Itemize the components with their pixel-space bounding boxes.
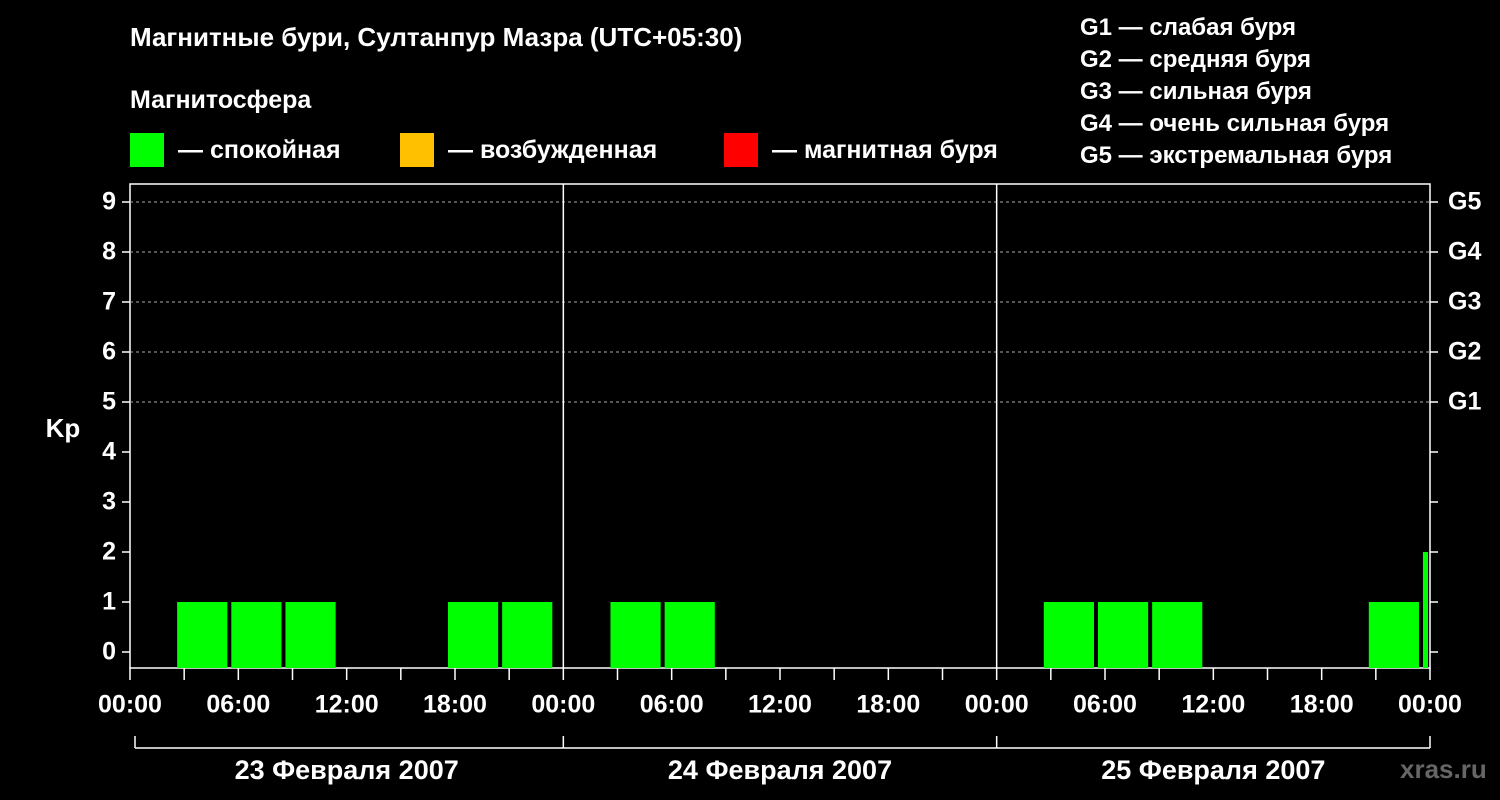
- storm-level-label: G1: [1448, 388, 1481, 416]
- watermark: xras.ru: [1400, 754, 1487, 784]
- y-tick-label: 0: [102, 638, 116, 666]
- storm-level-label: G4: [1448, 238, 1481, 266]
- x-tick-label: 12:00: [315, 691, 379, 719]
- x-tick-label: 00:00: [1398, 691, 1462, 719]
- kp-bar: [1368, 602, 1419, 668]
- x-tick-label: 06:00: [206, 691, 270, 719]
- x-tick-label: 06:00: [1073, 691, 1137, 719]
- day-label: 25 Февраля 2007: [1101, 755, 1325, 785]
- x-tick-label: 18:00: [423, 691, 487, 719]
- y-tick-label: 2: [102, 538, 116, 566]
- x-tick-label: 06:00: [640, 691, 704, 719]
- kp-bar: [1043, 602, 1094, 668]
- kp-bar: [447, 602, 499, 668]
- kp-bar: [502, 602, 553, 668]
- day-label: 23 Февраля 2007: [235, 755, 459, 785]
- kp-chart: 0 1 2 3 4 5 6 7 8 9 G1 G2 G3 G4 G5 Kp 00:00 06:00 12:00 18:…: [46, 183, 1481, 785]
- storm-level-label: G5: [1448, 188, 1481, 216]
- y-tick-label: 9: [102, 188, 116, 216]
- kp-bar: [664, 602, 715, 668]
- kp-bar: [1422, 552, 1428, 668]
- day-label: 24 Февраля 2007: [668, 755, 892, 785]
- x-tick-label: 00:00: [965, 691, 1029, 719]
- x-tick-label: 12:00: [748, 691, 812, 719]
- y-tick-label: 8: [102, 238, 116, 266]
- x-tick-label: 00:00: [531, 691, 595, 719]
- y-tick-label: 5: [102, 388, 116, 416]
- x-tick-label: 12:00: [1181, 691, 1245, 719]
- kp-bar: [231, 602, 282, 668]
- x-tick-label: 18:00: [856, 691, 920, 719]
- kp-bar: [610, 602, 661, 668]
- x-tick-label: 00:00: [98, 691, 162, 719]
- y-tick-label: 3: [102, 488, 116, 516]
- plot-frame: [129, 183, 1431, 669]
- y-tick-label: 7: [102, 288, 116, 316]
- kp-bar: [1152, 602, 1203, 668]
- y-tick-label: 1: [102, 588, 116, 616]
- storm-level-label: G3: [1448, 288, 1481, 316]
- x-tick-label: 18:00: [1290, 691, 1354, 719]
- storm-level-label: G2: [1448, 338, 1481, 366]
- y-tick-label: 6: [102, 338, 116, 366]
- y-axis-label: Kp: [46, 413, 81, 443]
- kp-bar: [285, 602, 336, 668]
- y-tick-label: 4: [102, 438, 116, 466]
- kp-bar: [1097, 602, 1149, 668]
- kp-bar: [177, 602, 228, 668]
